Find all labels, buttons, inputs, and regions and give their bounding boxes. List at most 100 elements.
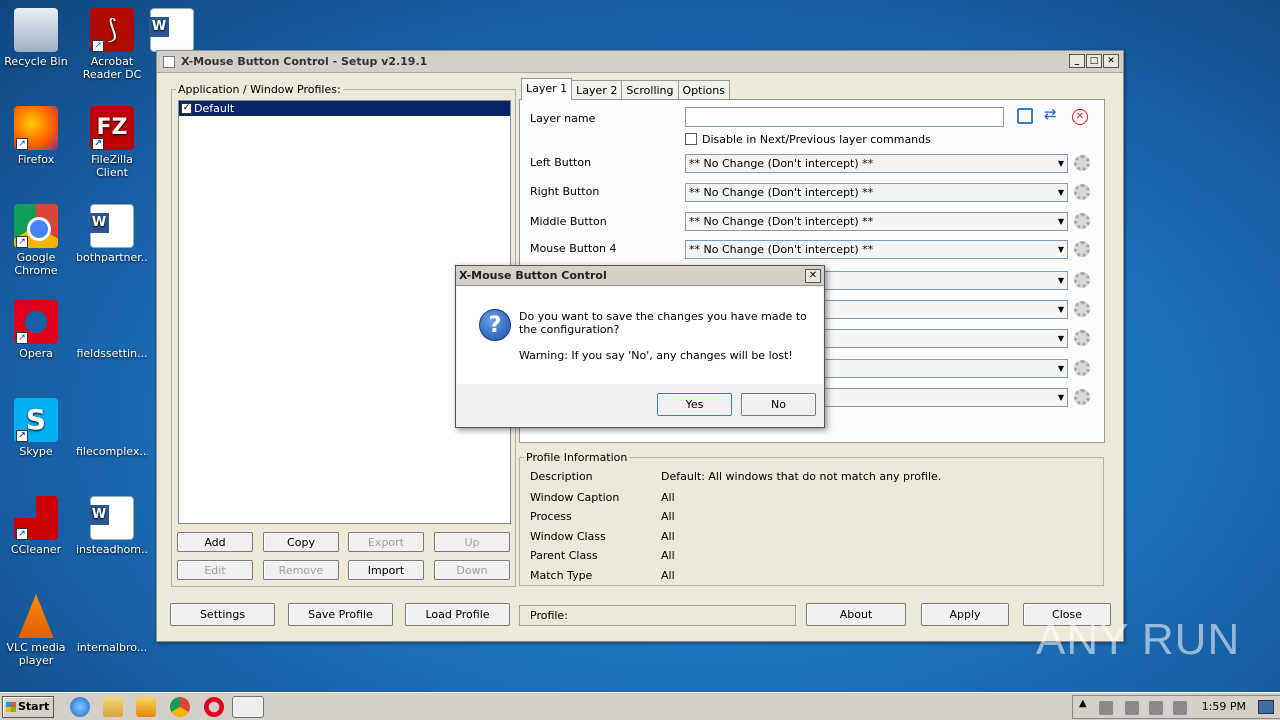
volume-icon[interactable] <box>1149 701 1163 715</box>
gear-icon[interactable] <box>1074 184 1090 200</box>
gear-icon[interactable] <box>1074 330 1090 346</box>
middle-button-action-select[interactable]: ** No Change (Don't intercept) ** <box>685 212 1068 231</box>
explorer-icon[interactable] <box>103 697 123 717</box>
import-profile-button[interactable]: Import <box>348 560 424 580</box>
move-up-button[interactable]: Up <box>434 532 510 552</box>
desktop-icon-bothpartner[interactable]: bothpartner... <box>76 204 148 264</box>
gear-icon[interactable] <box>1074 241 1090 257</box>
tab-layer-1[interactable]: Layer 1 <box>521 78 573 100</box>
desktop-icon-skype[interactable]: S ↗ Skype <box>0 398 72 458</box>
desktop-icon-chrome[interactable]: ↗ Google Chrome <box>0 204 72 277</box>
gear-icon[interactable] <box>1074 272 1090 288</box>
close-window-button[interactable]: ✕ <box>1103 54 1119 68</box>
desktop-icon-filecomplex[interactable]: filecomplex.... <box>76 398 148 458</box>
show-desktop-icon[interactable] <box>1258 700 1274 714</box>
remove-profile-button[interactable]: Remove <box>263 560 339 580</box>
desktop-icon-vlc[interactable]: VLC media player <box>0 594 72 667</box>
info-label: Match Type <box>530 569 593 582</box>
layer-name-input[interactable] <box>685 107 1004 127</box>
desktop-icon-internalbro[interactable]: internalbro... <box>76 594 148 654</box>
mouse-button-4-action-select[interactable]: ** No Change (Don't intercept) ** <box>685 240 1068 259</box>
no-button[interactable]: No <box>741 393 816 416</box>
save-changes-dialog: X-Mouse Button Control ✕ ? Do you want t… <box>455 265 825 428</box>
profiles-legend: Application / Window Profiles: <box>178 83 341 96</box>
export-profile-button[interactable]: Export <box>348 532 424 552</box>
desktop-icon-opera[interactable]: ↗ Opera <box>0 300 72 360</box>
opera-icon: ↗ <box>14 300 58 344</box>
clock[interactable]: 1:59 PM <box>1202 696 1246 718</box>
copy-profile-button[interactable]: Copy <box>263 532 339 552</box>
filezilla-icon: FZ ↗ <box>90 106 134 150</box>
opera-icon[interactable] <box>204 697 224 717</box>
about-button[interactable]: About <box>806 603 906 626</box>
clear-layer-icon[interactable]: ✕ <box>1072 109 1088 125</box>
window-title: X-Mouse Button Control - Setup v2.19.1 <box>181 55 428 68</box>
tray-expand-icon[interactable]: ▲ <box>1079 698 1087 709</box>
add-profile-button[interactable]: Add <box>177 532 253 552</box>
info-label: Description <box>530 470 593 483</box>
info-value: All <box>661 549 675 562</box>
tab-scrolling[interactable]: Scrolling <box>621 80 679 100</box>
profile-checkbox[interactable]: ✓ <box>181 103 192 114</box>
vlc-icon <box>18 594 54 638</box>
gear-icon[interactable] <box>1074 213 1090 229</box>
swap-layer-icon[interactable]: ⇄ <box>1044 105 1057 123</box>
desktop-icon-label: Firefox <box>17 153 55 166</box>
desktop-icon-acrobat[interactable]: ⟆ ↗ Acrobat Reader DC <box>76 8 148 81</box>
shortcut-arrow-icon: ↗ <box>16 528 28 540</box>
row-label-middle-button: Middle Button <box>530 215 607 228</box>
dialog-close-button[interactable]: ✕ <box>805 269 821 283</box>
chrome-icon[interactable] <box>170 697 190 717</box>
window-title-bar[interactable]: X-Mouse Button Control - Setup v2.19.1 _… <box>157 51 1123 73</box>
media-icon[interactable] <box>136 697 156 717</box>
tab-options[interactable]: Options <box>677 80 730 100</box>
ie-icon[interactable] <box>70 697 90 717</box>
disable-layer-label: Disable in Next/Previous layer commands <box>702 133 931 146</box>
apply-button[interactable]: Apply <box>921 603 1009 626</box>
edit-profile-button[interactable]: Edit <box>177 560 253 580</box>
desktop-icon-label: Google Chrome <box>14 251 58 277</box>
gear-icon[interactable] <box>1074 389 1090 405</box>
gear-icon[interactable] <box>1074 155 1090 171</box>
right-button-action-select[interactable]: ** No Change (Don't intercept) ** <box>685 183 1068 202</box>
start-button[interactable]: Start <box>2 696 54 718</box>
info-value: All <box>661 491 675 504</box>
gear-icon[interactable] <box>1074 301 1090 317</box>
minimize-button[interactable]: _ <box>1069 54 1085 68</box>
maximize-button[interactable]: □ <box>1086 54 1102 68</box>
save-profile-button[interactable]: Save Profile <box>288 603 393 626</box>
desktop-icon-recycle-bin[interactable]: Recycle Bin <box>0 8 72 68</box>
chrome-icon: ↗ <box>14 204 58 248</box>
tab-layer-2[interactable]: Layer 2 <box>571 80 623 100</box>
system-tray: ▲ 1:59 PM <box>1072 695 1280 719</box>
info-label: Parent Class <box>530 549 598 562</box>
disable-layer-checkbox[interactable] <box>685 133 697 145</box>
tray-app-icon[interactable] <box>1099 701 1113 715</box>
firefox-icon: ↗ <box>14 106 58 150</box>
skype-icon: S ↗ <box>14 398 58 442</box>
gear-icon[interactable] <box>1074 360 1090 376</box>
dialog-title[interactable]: X-Mouse Button Control <box>456 266 824 286</box>
shortcut-arrow-icon: ↗ <box>16 138 28 150</box>
profile-item-default[interactable]: ✓ Default <box>179 101 510 116</box>
yes-button[interactable]: Yes <box>657 393 732 416</box>
desktop-icon-label: CCleaner <box>10 543 62 556</box>
left-button-action-select[interactable]: ** No Change (Don't intercept) ** <box>685 154 1068 173</box>
info-value: Default: All windows that do not match a… <box>661 470 942 483</box>
desktop-icon-fieldssettin[interactable]: fieldssettin... <box>76 300 148 360</box>
desktop-icon-insteadhom[interactable]: insteadhom... <box>76 496 148 556</box>
move-down-button[interactable]: Down <box>434 560 510 580</box>
desktop-icon-firefox[interactable]: ↗ Firefox <box>0 106 72 166</box>
xmouse-taskbar-icon[interactable] <box>232 696 264 718</box>
desktop-icon-word-doc[interactable] <box>149 8 194 55</box>
info-value: All <box>661 569 675 582</box>
desktop-icon-filezilla[interactable]: FZ ↗ FileZilla Client <box>76 106 148 179</box>
app-icon <box>163 55 175 68</box>
desktop-icon-label: FileZilla Client <box>91 153 133 179</box>
load-profile-button[interactable]: Load Profile <box>405 603 510 626</box>
copy-layer-icon[interactable] <box>1017 108 1033 124</box>
settings-button[interactable]: Settings <box>170 603 275 626</box>
flag-icon[interactable] <box>1173 701 1187 715</box>
network-icon[interactable] <box>1125 701 1139 715</box>
desktop-icon-ccleaner[interactable]: ↗ CCleaner <box>0 496 72 556</box>
